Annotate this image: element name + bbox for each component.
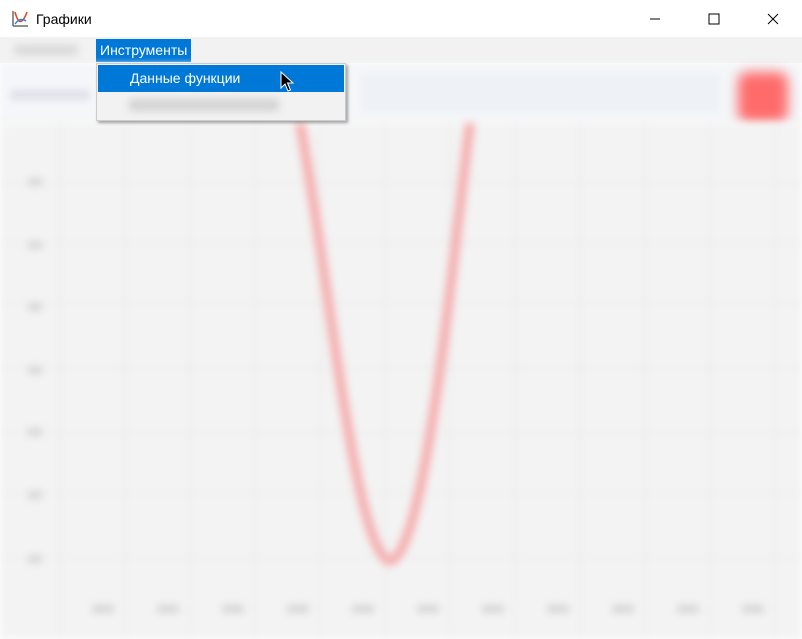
- menu-item-function-data-label: Данные функции: [130, 70, 241, 86]
- plot-area: [0, 123, 802, 639]
- app-window: Графики Инструменты Данные функции: [0, 0, 802, 639]
- red-action-button[interactable]: [738, 72, 788, 122]
- close-button[interactable]: [743, 0, 802, 37]
- x-tick-marks-obscured: [92, 605, 764, 613]
- mouse-cursor-icon: [280, 71, 294, 92]
- title-bar: Графики: [0, 0, 802, 37]
- menu-item-obscured[interactable]: [14, 45, 78, 55]
- window-controls: [625, 0, 802, 37]
- graph-app-icon: [10, 9, 30, 29]
- maximize-icon: [708, 13, 719, 24]
- window-title: Графики: [36, 10, 92, 27]
- menu-item-obscured-2[interactable]: [129, 99, 279, 111]
- plot-grid: [0, 123, 802, 639]
- minimize-button[interactable]: [625, 0, 684, 37]
- toolbar-label-obscured: [10, 89, 90, 101]
- maximize-button[interactable]: [684, 0, 743, 37]
- y-tick-marks-obscured: [28, 178, 42, 563]
- close-icon: [767, 13, 778, 24]
- minimize-icon: [649, 18, 660, 19]
- function-input-obscured[interactable]: [360, 73, 720, 113]
- menu-item-function-data[interactable]: Данные функции: [98, 65, 344, 92]
- instruments-dropdown: Данные функции: [96, 63, 346, 121]
- menu-instruments[interactable]: Инструменты: [96, 39, 192, 62]
